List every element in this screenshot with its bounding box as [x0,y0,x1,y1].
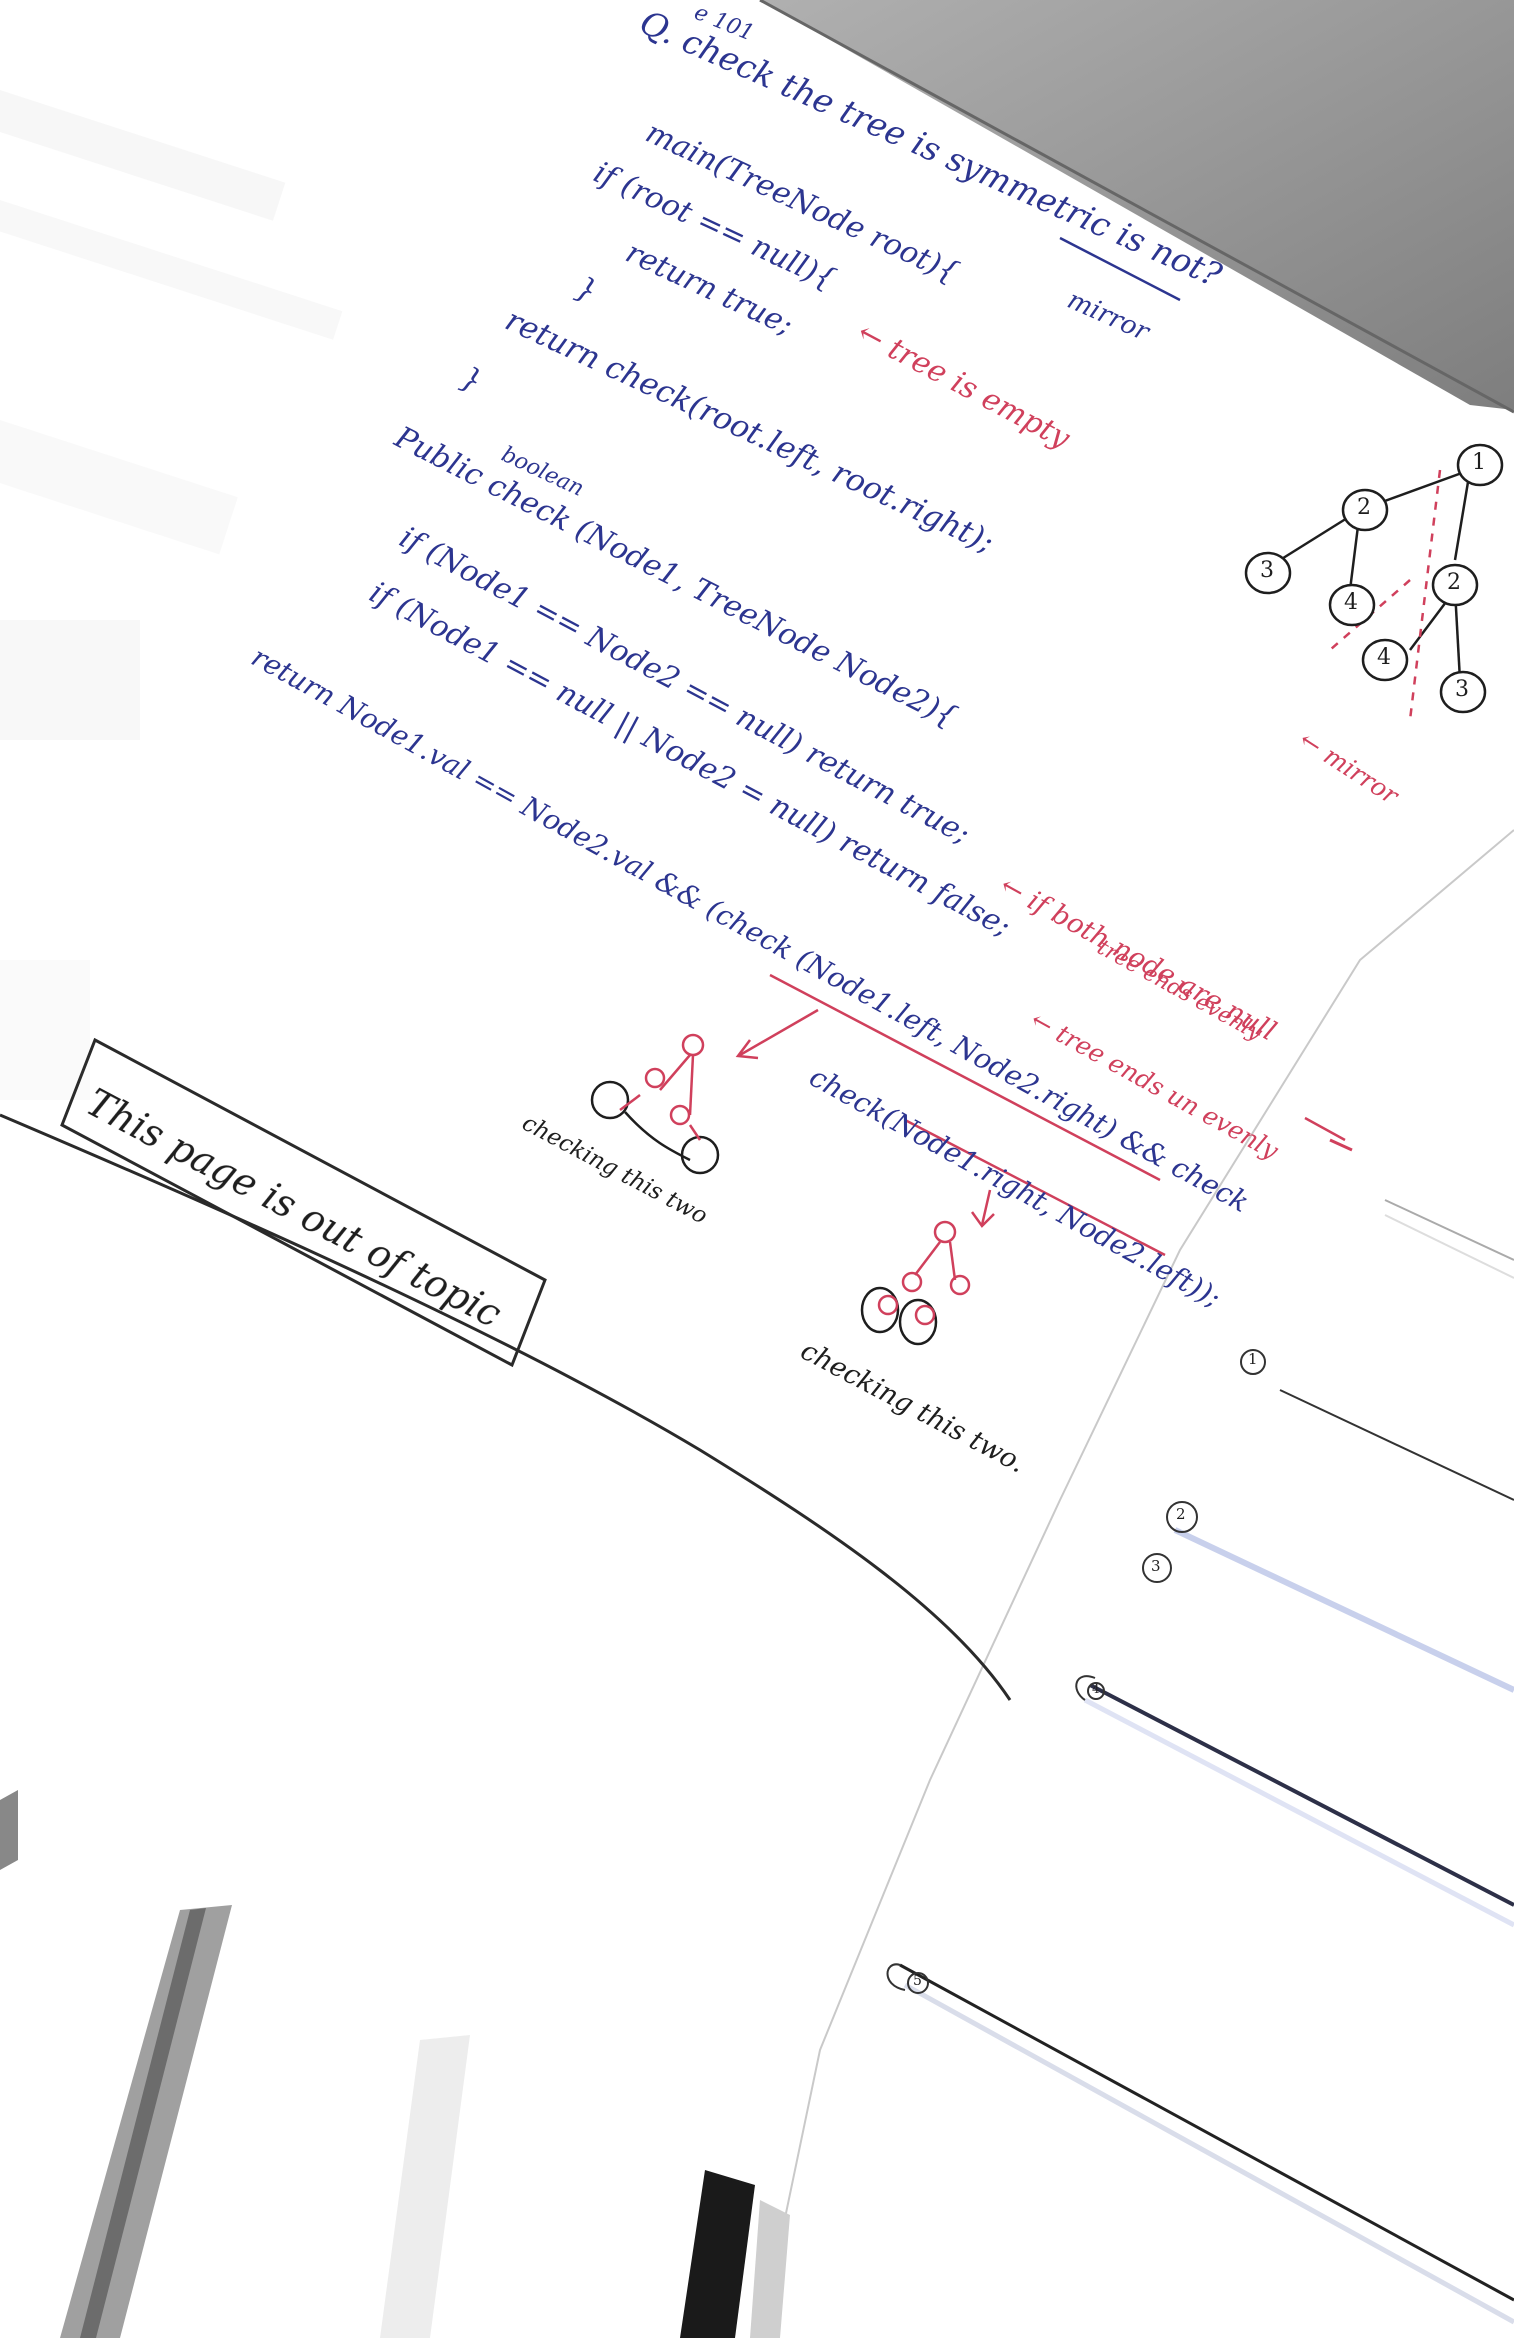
tree-node-2-right: 2 [1447,570,1461,595]
side-marker-2: 2 [1176,1505,1186,1523]
side-marker-5: 5 [913,1973,922,1989]
side-marker-3: 3 [1151,1557,1161,1575]
mini-tree-2 [860,1220,971,1346]
tree-node-3-right: 3 [1455,677,1469,702]
tree-node-4-left: 4 [1344,590,1358,615]
tree-node-4-right: 4 [1377,645,1391,670]
tree-node-1: 1 [1472,450,1486,475]
left-paper-streaks [0,90,343,1100]
tree-node-circles [1244,443,1504,714]
page-bottom-line [0,1113,1012,1701]
right-page-lines [886,1199,1514,2325]
side-marker-4: 4 [1092,1682,1100,1696]
bottom-stripes [0,1790,790,2338]
tree-node-3-left: 3 [1260,558,1274,583]
side-marker-1: 1 [1248,1350,1258,1368]
tree-node-2-left: 2 [1357,495,1371,520]
